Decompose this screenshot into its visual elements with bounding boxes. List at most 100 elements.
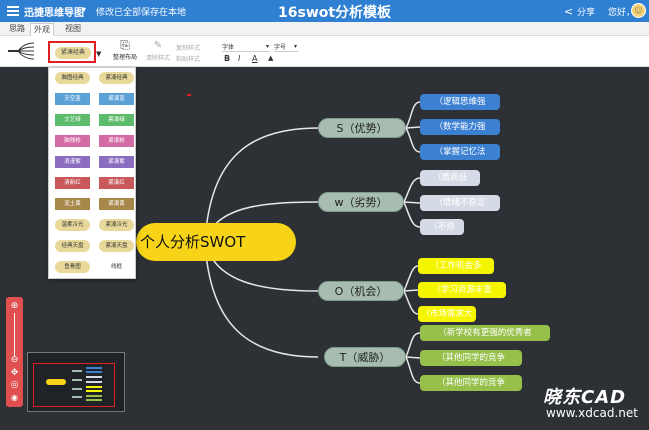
chevron-down-icon[interactable]: ▼ — [96, 50, 101, 58]
share-button[interactable]: 分享 — [577, 5, 595, 18]
style-option[interactable]: 天空蓝 — [55, 93, 90, 105]
move-icon[interactable]: ✥ — [7, 368, 22, 378]
leaf-opportunity-3[interactable]: （市场需求大 — [418, 306, 476, 322]
toolbar: 紧凑经典 ▼ ⎘ 整理布局 ✎ 清除样式 复制样式 粘贴样式 字体 ▾ 字号 ▾ B… — [0, 36, 649, 67]
document-title[interactable]: 16swot分析模板 — [278, 2, 391, 22]
tab-thinking[interactable]: 思路 — [6, 23, 28, 34]
minimap-leaf — [86, 399, 102, 401]
leaf-threat-1[interactable]: （新学校有更强的优秀者 — [420, 325, 550, 341]
zoom-slider[interactable] — [14, 313, 15, 357]
branch-opportunities[interactable]: O（机会） — [318, 281, 404, 301]
zoom-out-icon[interactable]: ⊖ — [7, 355, 22, 365]
paste-style-button[interactable]: 粘贴样式 — [176, 54, 200, 63]
minimap-branch — [72, 388, 82, 390]
zoom-in-icon[interactable]: ⊕ — [7, 301, 22, 311]
structure-icon[interactable] — [4, 40, 40, 62]
tab-bar: 思路 外观 视图 — [0, 22, 649, 36]
style-option[interactable]: 温柔冷光 — [55, 219, 90, 231]
brush-icon: ✎ — [153, 40, 163, 51]
style-option[interactable]: 脑图经典 — [55, 72, 90, 84]
bg-color-button[interactable]: ▲ — [268, 54, 273, 62]
branch-strengths[interactable]: S（优势） — [318, 118, 406, 138]
style-option[interactable]: 紧凑天盘 — [99, 240, 134, 252]
leaf-strength-1[interactable]: （逻辑思维强 — [420, 94, 500, 110]
italic-button[interactable]: I — [238, 54, 240, 63]
eye-icon[interactable]: ◉ — [7, 393, 22, 402]
leaf-weakness-2[interactable]: （情绪不稳定 — [420, 195, 500, 211]
font-size-select[interactable]: 字号 ▾ — [274, 42, 298, 52]
menu-icon[interactable] — [6, 4, 20, 18]
link-s-3 — [405, 127, 421, 153]
leaf-weakness-1[interactable]: （情商低 — [420, 170, 480, 186]
font-color-button[interactable]: A — [252, 54, 257, 63]
app-name-menu[interactable]: 迅捷思维导图 — [24, 4, 84, 19]
zoom-toolbar: ⊕ ⊖ ✥ ◎ ◉ — [6, 297, 23, 407]
watermark-url: www.xdcad.net — [546, 406, 638, 420]
style-option[interactable]: 泥土黄 — [55, 198, 90, 210]
style-option[interactable]: 紧凑粉 — [99, 135, 134, 147]
minimap-root — [46, 379, 66, 385]
bold-button[interactable]: B — [224, 54, 230, 63]
minimap-branch — [72, 396, 82, 398]
leaf-strength-2[interactable]: （数学能力强 — [420, 119, 500, 135]
minimap-leaf — [86, 367, 102, 369]
clear-style-label: 清除样式 — [145, 55, 170, 62]
tab-view[interactable]: 视图 — [62, 23, 84, 34]
leaf-strength-3[interactable]: （掌握记忆法 — [420, 144, 500, 160]
leaf-threat-3[interactable]: （其他同学的竞争 — [420, 375, 522, 391]
link-s-2 — [405, 126, 421, 129]
cursor-mark — [187, 94, 191, 96]
style-option[interactable]: 经典天盘 — [55, 240, 90, 252]
chevron-down-icon: ▾ — [293, 43, 297, 50]
leaf-opportunity-2[interactable]: （学习资源丰富 — [418, 282, 506, 298]
leaf-weakness-3[interactable]: （不帅 — [420, 219, 464, 235]
minimap-leaf — [86, 381, 102, 383]
minimap[interactable] — [27, 352, 125, 412]
style-selector[interactable]: 紧凑经典 — [48, 41, 96, 63]
style-option[interactable]: 浪漫紫 — [55, 156, 90, 168]
minimap-leaf — [86, 371, 102, 373]
font-size-label: 字号 — [274, 44, 287, 51]
style-option[interactable]: 紧凑经典 — [99, 72, 134, 84]
link-o-3 — [403, 290, 419, 315]
save-status: 修改已全部保存在本地 — [96, 8, 187, 18]
style-option[interactable]: 清新红 — [55, 177, 90, 189]
style-option[interactable]: 鱼骨图 — [55, 261, 90, 273]
style-option[interactable]: 文艺绿 — [55, 114, 90, 126]
layout-label: 整理布局 — [112, 54, 137, 61]
style-option[interactable]: 脑残粉 — [55, 135, 90, 147]
avatar[interactable]: ☺ — [631, 3, 646, 18]
branch-threats[interactable]: T（威胁） — [324, 347, 406, 367]
minimap-branch — [72, 379, 82, 381]
font-family-select[interactable]: 字体 ▾ — [222, 42, 270, 52]
layout-icon: ⎘ — [120, 38, 130, 52]
minimap-branch — [72, 370, 82, 372]
root-node[interactable]: 个人分析SWOT — [136, 223, 296, 261]
branch-weaknesses[interactable]: w（劣势） — [318, 192, 404, 212]
style-option[interactable]: 紧凑黄 — [99, 198, 134, 210]
style-option[interactable]: 紧凑绿 — [99, 114, 134, 126]
clear-style-button[interactable]: ✎ 清除样式 — [145, 39, 171, 62]
tab-appearance[interactable]: 外观 — [30, 23, 54, 36]
share-icon[interactable]: < — [564, 5, 573, 18]
leaf-opportunity-1[interactable]: （工作机会多 — [418, 258, 494, 274]
style-dropdown: 脑图经典 紧凑经典 天空蓝 紧凑蓝 文艺绿 紧凑绿 脑残粉 紧凑粉 浪漫紫 紧凑紫 清新红 紧凑红 泥土… — [48, 67, 136, 279]
link-w-1 — [403, 177, 421, 203]
leaf-threat-2[interactable]: （其他同学的竞争 — [420, 350, 522, 366]
layout-button[interactable]: ⎘ 整理布局 — [110, 39, 140, 65]
style-selector-value: 紧凑经典 — [55, 47, 91, 59]
chevron-down-icon[interactable]: ▾ — [82, 5, 86, 14]
link-o-2 — [403, 289, 419, 292]
style-option[interactable]: 紧凑蓝 — [99, 93, 134, 105]
chevron-down-icon: ▾ — [265, 43, 269, 50]
locate-icon[interactable]: ◎ — [7, 380, 22, 390]
link-t-3 — [405, 356, 421, 384]
style-option[interactable]: 紧凑红 — [99, 177, 134, 189]
link-t-1 — [405, 332, 421, 358]
style-option[interactable]: 紧凑紫 — [99, 156, 134, 168]
style-option[interactable]: 线框 — [99, 261, 134, 273]
font-family-label: 字体 — [222, 44, 235, 51]
style-option[interactable]: 紧凑冷光 — [99, 219, 134, 231]
app-window: 迅捷思维导图 ▾ 修改已全部保存在本地 16swot分析模板 < 分享 您好， … — [0, 0, 649, 430]
copy-style-button[interactable]: 复制样式 — [176, 43, 200, 52]
